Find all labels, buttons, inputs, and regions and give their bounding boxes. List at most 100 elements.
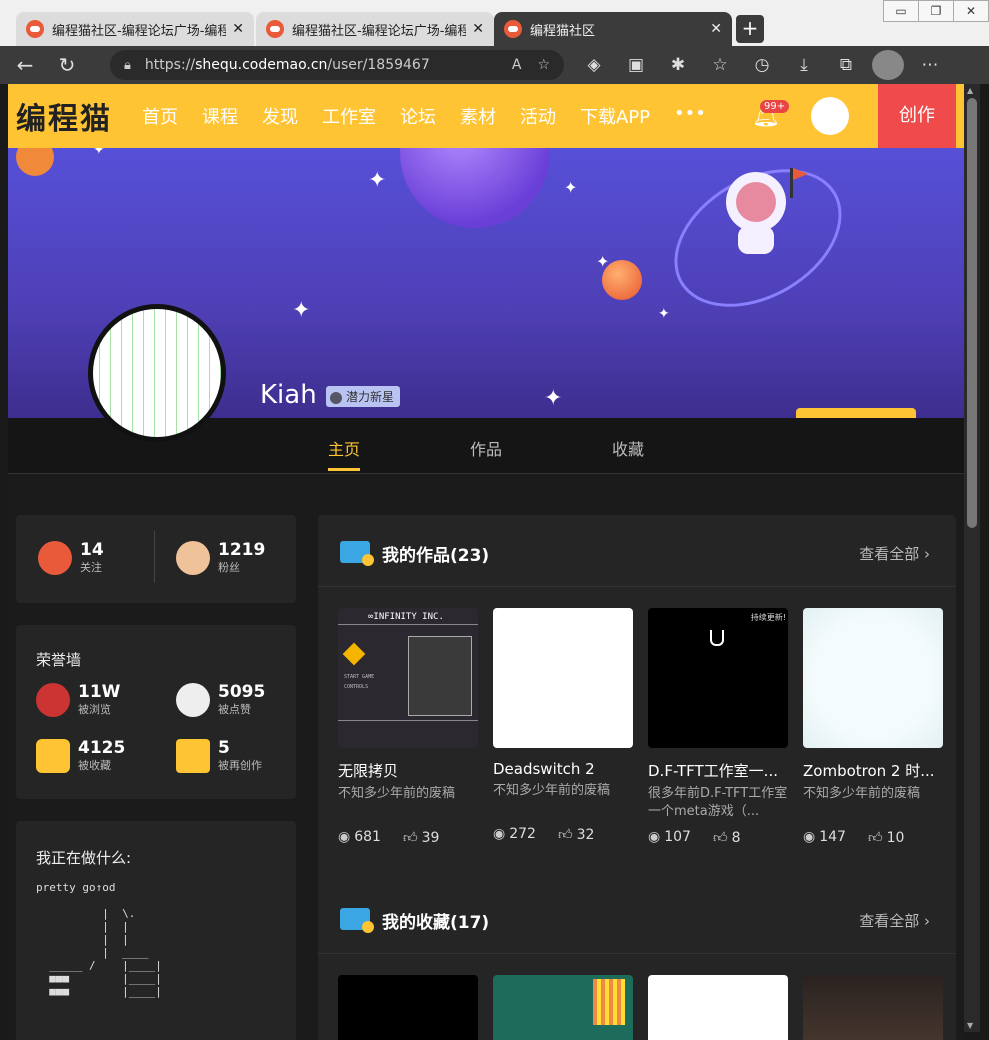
browser-titlebar: 编程猫社区-编程论坛广场-编程 ✕ 编程猫社区-编程论坛广场-编程 ✕ 编程猫社… <box>0 0 989 46</box>
work-card[interactable]: Deadswitch 2 不知多少年前的废稿 ◉ 272 👍︎ 32 <box>493 608 633 843</box>
remixes-label: 被再创作 <box>218 759 262 772</box>
work-card[interactable]: Zombotron 2 时... 不知多少年前的废稿 ◉ 147 👍︎ 10 <box>803 608 943 846</box>
star-decoration: ✦ <box>292 298 311 323</box>
scroll-up-icon[interactable]: ▲ <box>967 86 973 95</box>
work-likes: 39 <box>421 830 440 846</box>
notification-badge: 99+ <box>760 100 790 113</box>
view-all-works-link[interactable]: 查看全部 › <box>859 543 930 564</box>
likes-label: 被点赞 <box>218 703 251 716</box>
back-icon[interactable]: ← <box>8 48 42 82</box>
puzzle-icon[interactable]: ✱ <box>662 50 694 80</box>
user-avatar[interactable] <box>811 97 849 135</box>
minimize-icon[interactable]: ▭ <box>883 0 919 22</box>
page-scrollbar[interactable]: ▲ ▼ <box>964 84 980 1032</box>
nav-download-app[interactable]: 下载APP <box>580 103 650 129</box>
extension-icon[interactable]: ◈ <box>578 50 610 80</box>
history-icon[interactable]: ◷ <box>746 50 778 80</box>
fans-stat[interactable]: 1219 粉丝 <box>176 541 265 575</box>
following-stat[interactable]: 14 关注 <box>38 541 104 575</box>
star-decoration: ✦ <box>544 386 563 411</box>
nav-materials[interactable]: 素材 <box>460 103 496 129</box>
my-collections-title: 我的收藏(17) <box>382 913 490 933</box>
honor-wall-title: 荣誉墙 <box>36 651 82 669</box>
close-window-icon[interactable]: ✕ <box>953 0 989 22</box>
astronaut-illustration <box>698 158 818 268</box>
collection-thumbnail[interactable] <box>493 975 633 1040</box>
refresh-icon[interactable]: ↻ <box>50 48 84 82</box>
close-icon[interactable]: ✕ <box>472 21 484 37</box>
work-likes: 8 <box>731 830 741 846</box>
close-icon[interactable]: ✕ <box>232 21 244 37</box>
browser-tab-3[interactable]: 编程猫社区 ✕ <box>494 12 732 46</box>
work-desc: 不知多少年前的废稿 <box>803 786 921 801</box>
planet-decoration <box>400 148 550 228</box>
work-likes: 10 <box>886 830 905 846</box>
views-count: 11W <box>78 682 121 702</box>
work-thumbnail[interactable] <box>803 608 943 748</box>
browser-toolbar: ◈ ▣ ✱ ☆ ◷ ⤓ ⧉ ⋯ <box>578 50 946 80</box>
nav-forum[interactable]: 论坛 <box>400 103 436 129</box>
extension-icon[interactable]: ▣ <box>620 50 652 80</box>
profile-icon[interactable] <box>872 50 904 80</box>
page-viewport: 编程猫 首页 课程 发现 工作室 论坛 素材 活动 下载APP ••• 🔔︎ 9… <box>8 84 964 1040</box>
work-card[interactable]: ∞INFINITY INC. START GAME CONTROLS 无限拷贝 … <box>338 608 478 846</box>
site-logo[interactable]: 编程猫 <box>16 94 112 138</box>
browser-tab-1[interactable]: 编程猫社区-编程论坛广场-编程 ✕ <box>16 12 254 46</box>
nav-more[interactable]: ••• <box>674 103 706 129</box>
nav-discover[interactable]: 发现 <box>262 103 298 129</box>
collections-count: 4125 <box>78 738 126 758</box>
view-all-collections-link[interactable]: 查看全部 › <box>859 910 930 931</box>
create-button[interactable]: 创作 <box>878 84 956 148</box>
collection-thumbnail[interactable] <box>648 975 788 1040</box>
work-stats: ◉ 147 👍︎ 10 <box>803 829 943 846</box>
edit-profile-button[interactable]: 编辑 <box>796 408 916 418</box>
work-title[interactable]: Deadswitch 2 <box>493 760 633 778</box>
fans-label: 粉丝 <box>218 561 240 574</box>
url-input[interactable]: 🔒︎ https://shequ.codemao.cn/user/1859467… <box>110 50 564 80</box>
collection-thumbnail[interactable] <box>803 975 943 1040</box>
tab-home[interactable]: 主页 <box>328 436 361 471</box>
new-tab-button[interactable]: + <box>736 15 764 43</box>
eye-icon: ◉ <box>493 826 506 842</box>
work-thumbnail[interactable]: 持续更新! <box>648 608 788 748</box>
star-decoration: ✦ <box>564 178 578 197</box>
nav-courses[interactable]: 课程 <box>202 103 238 129</box>
collection-star-icon <box>36 739 70 773</box>
thumb-caption: CONTROLS <box>344 684 369 690</box>
nav-studio[interactable]: 工作室 <box>322 103 376 129</box>
read-aloud-icon[interactable]: A︎ <box>512 57 522 73</box>
maximize-icon[interactable]: ❐ <box>918 0 954 22</box>
collection-thumbnail[interactable] <box>338 975 478 1040</box>
remix-icon <box>176 739 210 773</box>
work-thumbnail[interactable]: ∞INFINITY INC. START GAME CONTROLS <box>338 608 478 748</box>
nav-home[interactable]: 首页 <box>142 103 178 129</box>
work-card[interactable]: 持续更新! D.F-TFT工作室一... 很多年前D.F-TFT工作室一个met… <box>648 608 788 846</box>
work-views: 272 <box>509 826 536 842</box>
more-icon[interactable]: ⋯ <box>914 50 946 80</box>
collections-icon[interactable]: ⧉ <box>830 50 862 80</box>
browser-tab-2[interactable]: 编程猫社区-编程论坛广场-编程 ✕ <box>256 12 494 46</box>
work-title[interactable]: D.F-TFT工作室一... <box>648 760 788 781</box>
work-title[interactable]: 无限拷贝 <box>338 760 478 781</box>
work-thumbnail[interactable] <box>493 608 633 748</box>
scroll-down-icon[interactable]: ▼ <box>967 1021 973 1030</box>
honor-wall-card: 荣誉墙 11W 被浏览 5095 被点赞 4125 被收藏 5 被再创作 <box>16 625 296 799</box>
download-icon[interactable]: ⤓ <box>788 50 820 80</box>
favorite-star-icon[interactable]: ☆ <box>537 57 550 73</box>
thumbs-up-icon: 👍︎ <box>557 827 573 843</box>
nav-events[interactable]: 活动 <box>520 103 556 129</box>
thumbs-up-icon: 👍︎ <box>402 830 418 846</box>
close-icon[interactable]: ✕ <box>710 21 722 37</box>
work-views: 681 <box>354 829 381 845</box>
work-title[interactable]: Zombotron 2 时... <box>803 760 943 781</box>
tab-works[interactable]: 作品 <box>470 436 502 460</box>
favorites-icon[interactable]: ☆ <box>704 50 736 80</box>
tab-collections[interactable]: 收藏 <box>612 436 644 460</box>
honor-remixes: 5 被再创作 <box>176 739 262 773</box>
scrollbar-thumb[interactable] <box>967 98 977 528</box>
url-host: shequ.codemao.cn <box>195 57 328 73</box>
collections-icon <box>340 908 374 933</box>
level-badge: 潜力新星 <box>326 386 401 407</box>
work-desc: 不知多少年前的废稿 <box>493 783 611 798</box>
tab-label: 编程猫社区-编程论坛广场-编程 <box>292 23 467 39</box>
